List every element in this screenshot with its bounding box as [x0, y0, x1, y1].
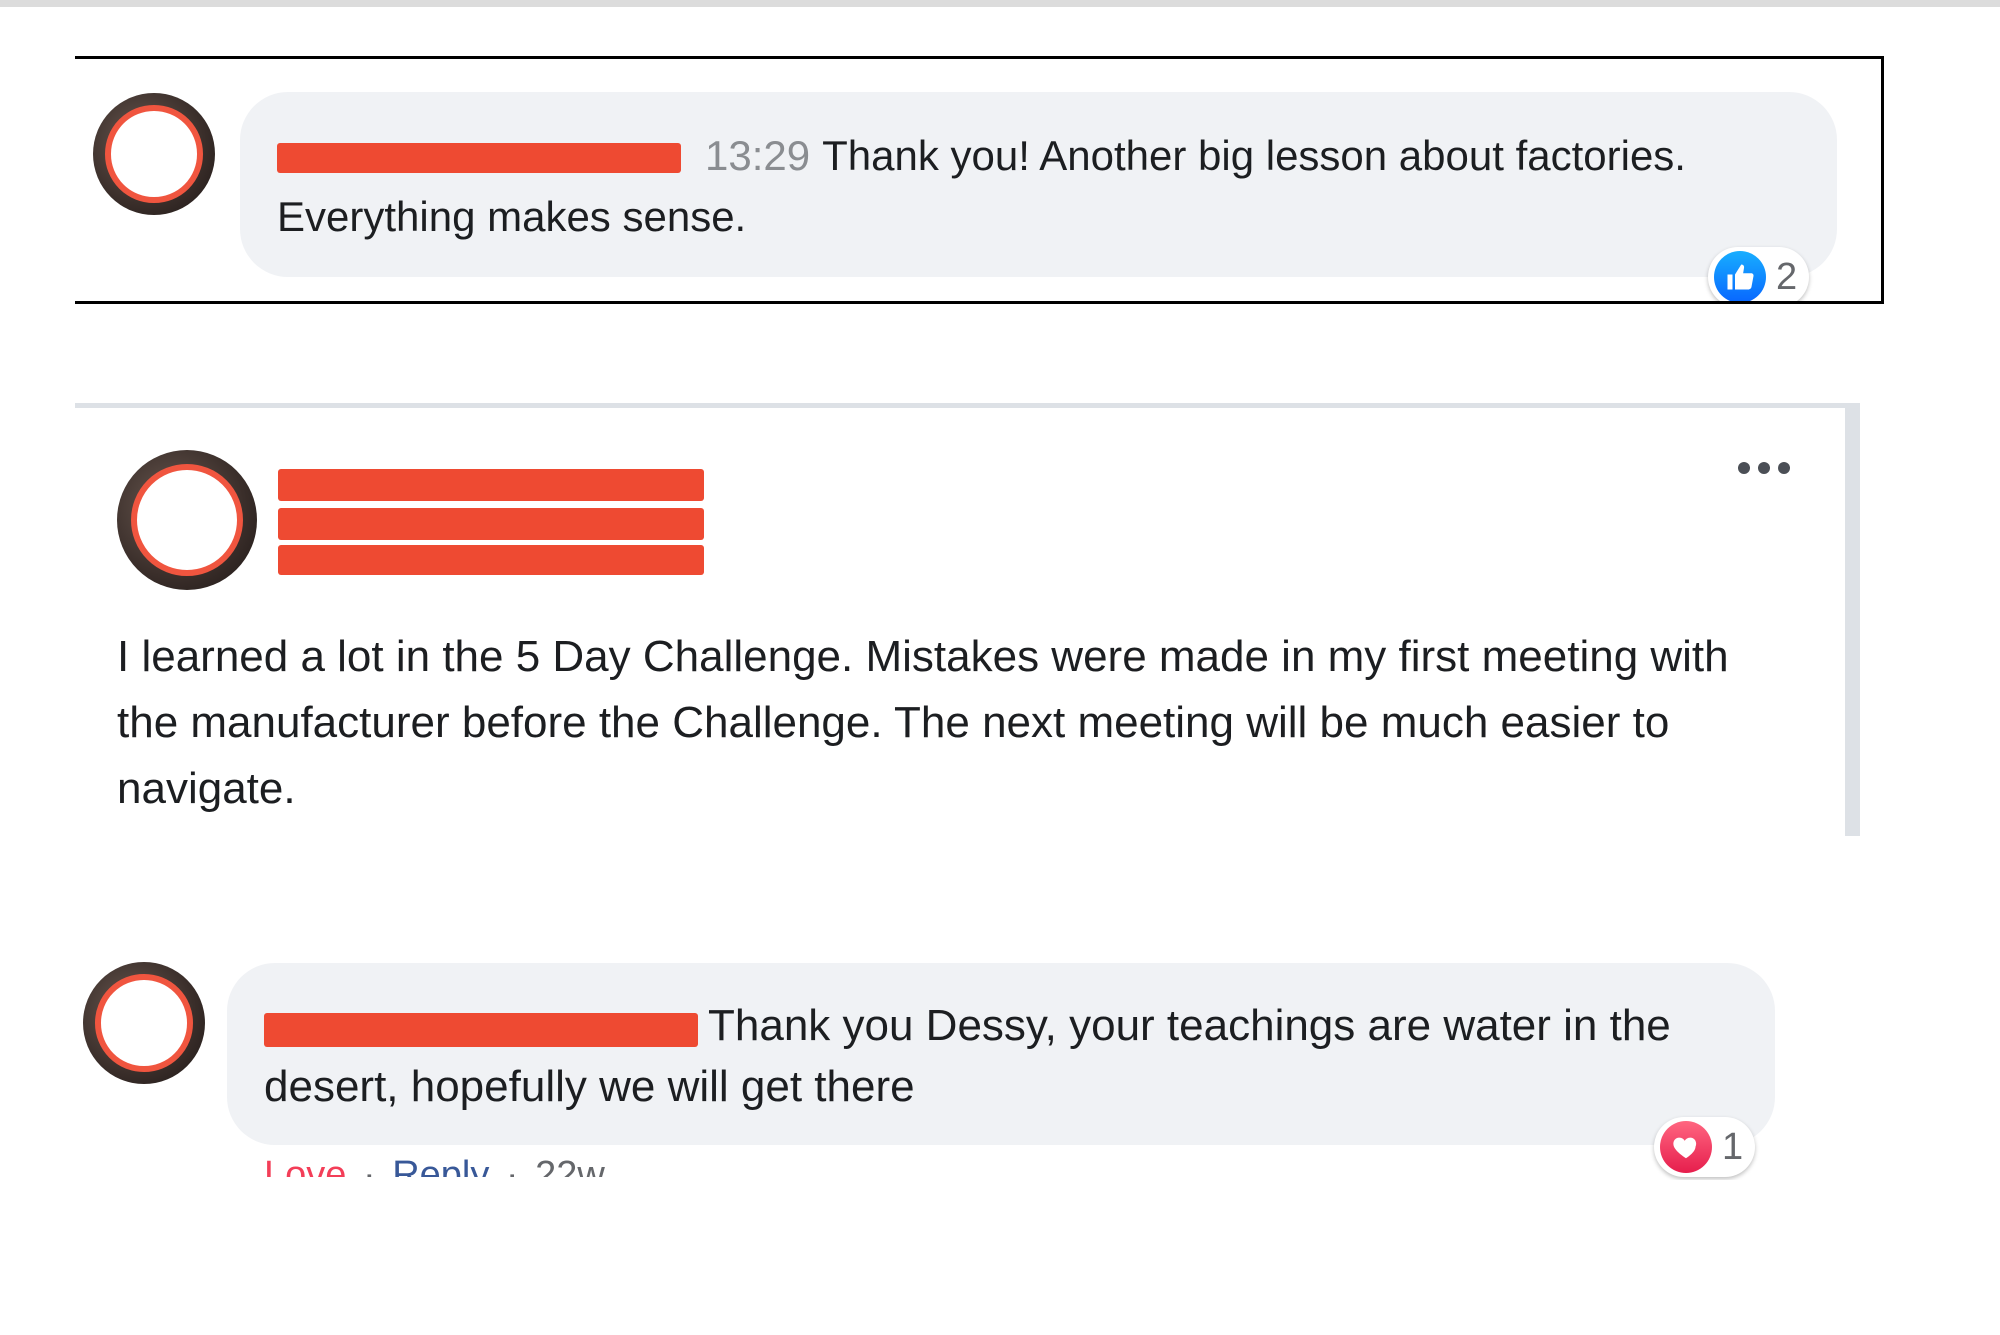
commenter-avatar[interactable]: [93, 93, 215, 215]
comment-card-1: 13:29 Thank you! Another big lesson about…: [75, 56, 1884, 304]
redacted-poster-name: [278, 469, 704, 501]
comment-text: Thank you! Another big lesson about fact…: [277, 132, 1686, 240]
comment-text: Thank you Dessy, your teachings are wate…: [264, 1001, 1671, 1111]
top-divider: [0, 0, 2000, 7]
reaction-count: 1: [1722, 1125, 1744, 1168]
separator: ·: [505, 1154, 519, 1177]
comment-age: 22w: [535, 1154, 605, 1177]
redacted-poster-date: [278, 545, 704, 575]
comment-actions: Love · Reply · 22w: [264, 1152, 864, 1177]
comment-timestamp: 13:29: [705, 132, 811, 179]
redacted-poster-meta: [278, 508, 704, 540]
comment-text-block: 13:29 Thank you! Another big lesson about…: [277, 125, 1807, 247]
poster-avatar[interactable]: [117, 450, 257, 590]
reaction-summary-clip: 1: [1650, 1115, 1790, 1180]
reaction-count: 2: [1776, 255, 1798, 298]
more-options-icon[interactable]: [1738, 462, 1790, 474]
thumbs-up-icon: [1714, 251, 1766, 301]
heart-icon: [1660, 1121, 1712, 1173]
separator: ·: [362, 1154, 376, 1177]
reaction-summary[interactable]: 1: [1654, 1117, 1756, 1177]
commenter-avatar[interactable]: [83, 962, 205, 1084]
reaction-summary[interactable]: 2: [1708, 247, 1810, 301]
post-text: I learned a lot in the 5 Day Challenge. …: [117, 632, 1729, 813]
love-reaction-link[interactable]: Love: [264, 1154, 346, 1177]
reply-link[interactable]: Reply: [392, 1154, 489, 1177]
